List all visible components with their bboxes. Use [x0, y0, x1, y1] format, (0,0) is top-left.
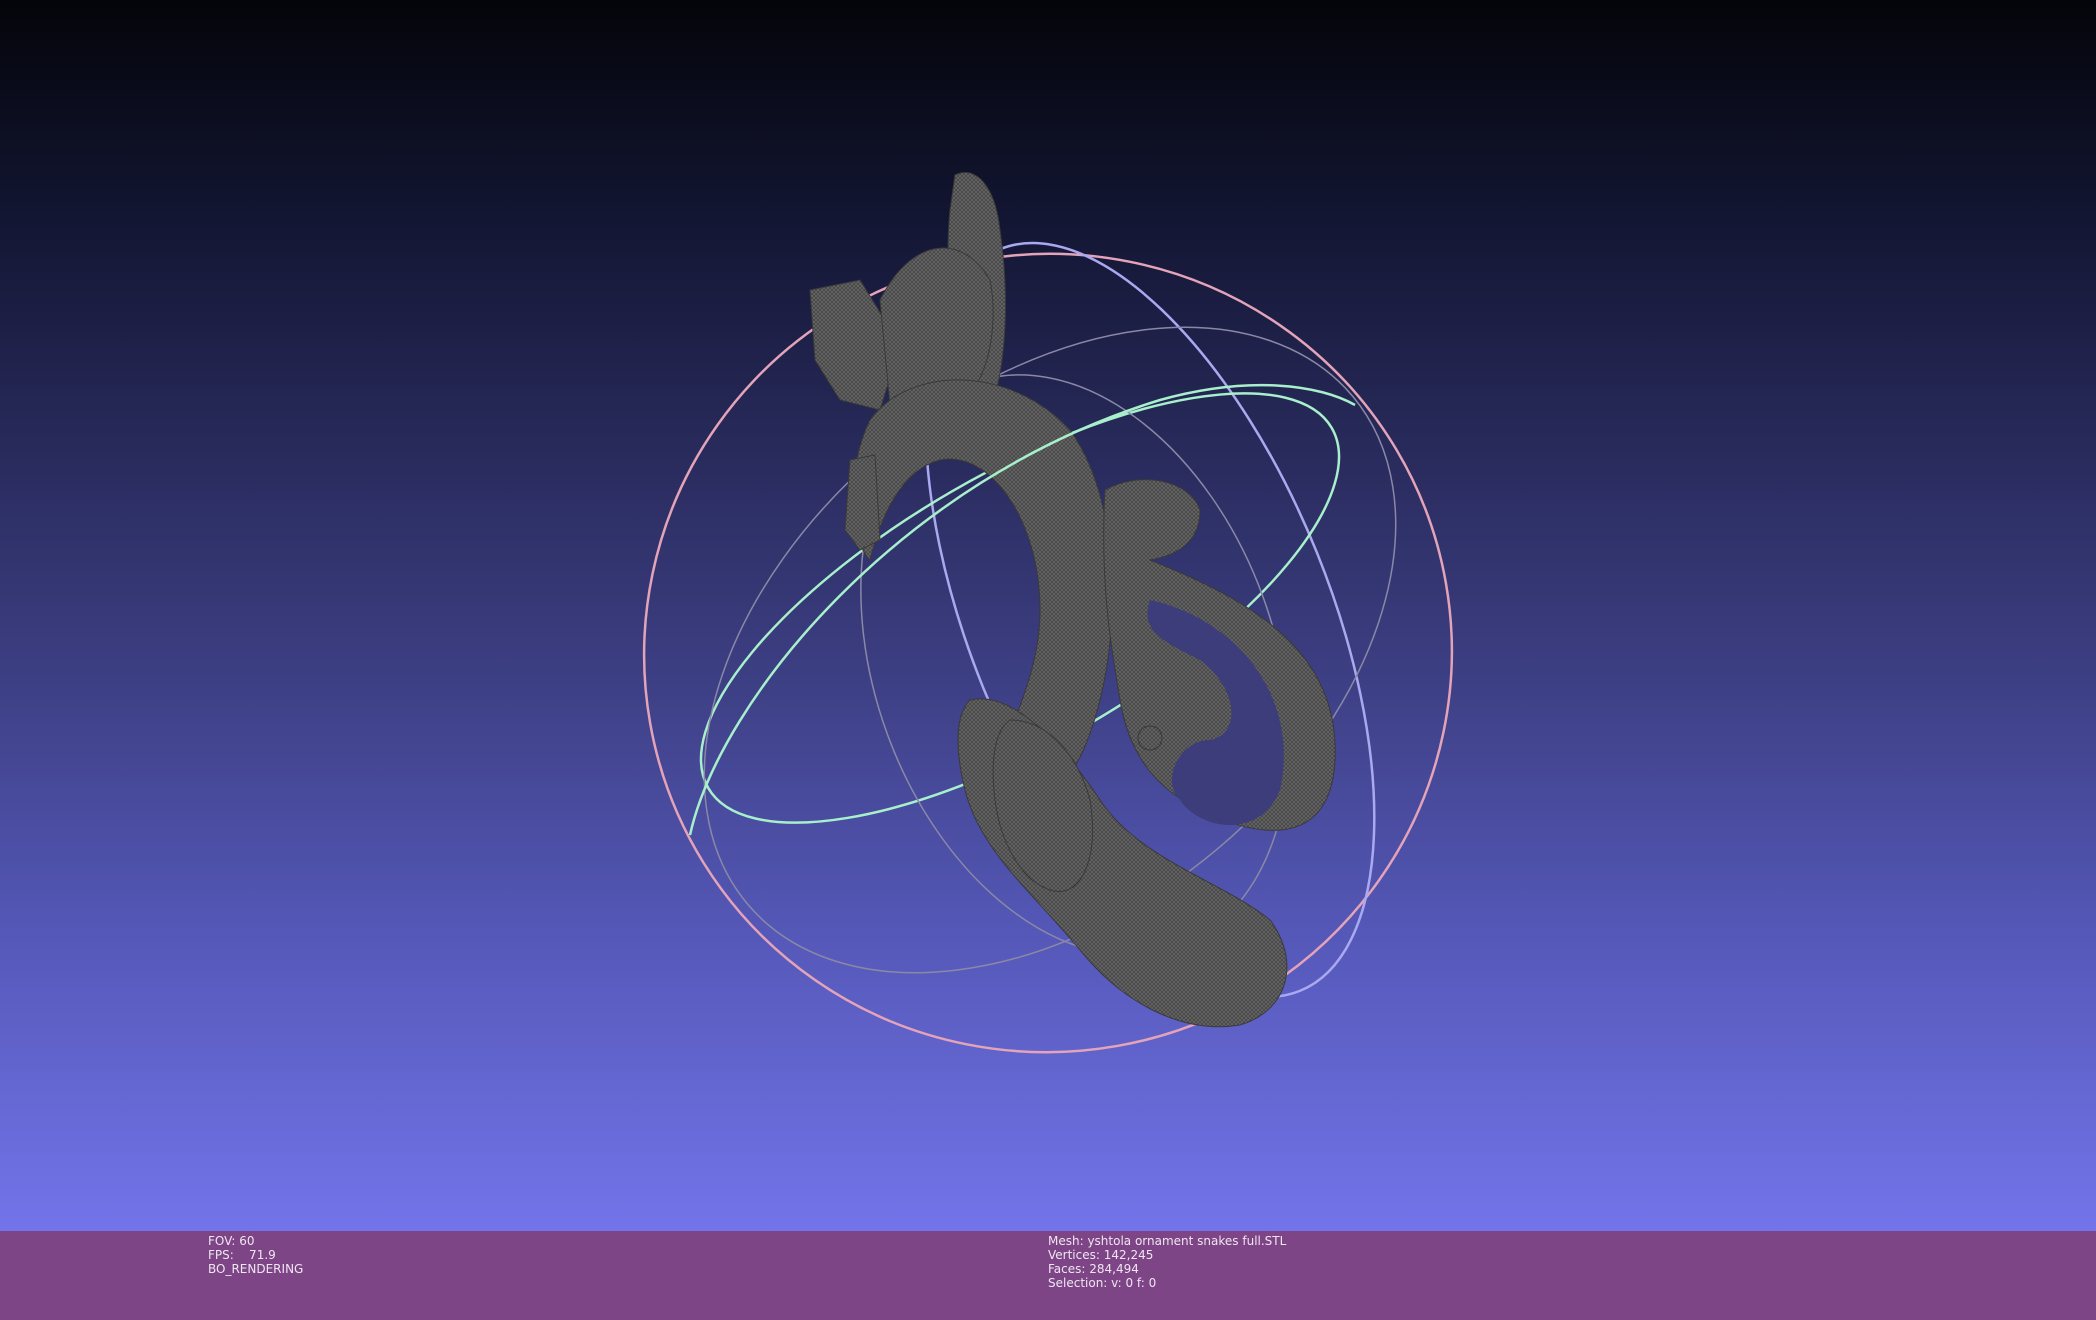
render-mode-label: BO_RENDERING	[208, 1262, 304, 1276]
faces-label: Faces: 284,494	[1048, 1262, 1139, 1276]
fov-label: FOV: 60	[208, 1234, 255, 1248]
render-stats: FOV: 60 FPS: 71.9 BO_RENDERING	[208, 1234, 303, 1276]
mesh-knob	[1137, 725, 1163, 751]
status-info-bar: FOV: 60 FPS: 71.9 BO_RENDERING Mesh: ysh…	[0, 1231, 2096, 1320]
mesh-stats: Mesh: yshtola ornament snakes full.STL V…	[1048, 1234, 1286, 1290]
vertices-label: Vertices: 142,245	[1048, 1248, 1154, 1262]
3d-viewport[interactable]	[0, 0, 2096, 1231]
selection-label: Selection: v: 0 f: 0	[1048, 1276, 1157, 1290]
mesh-name-label: Mesh: yshtola ornament snakes full.STL	[1048, 1234, 1287, 1248]
fps-label: FPS: 71.9	[208, 1248, 276, 1262]
mesh-scene[interactable]	[0, 0, 2096, 1231]
mesh-spikes	[844, 454, 881, 551]
